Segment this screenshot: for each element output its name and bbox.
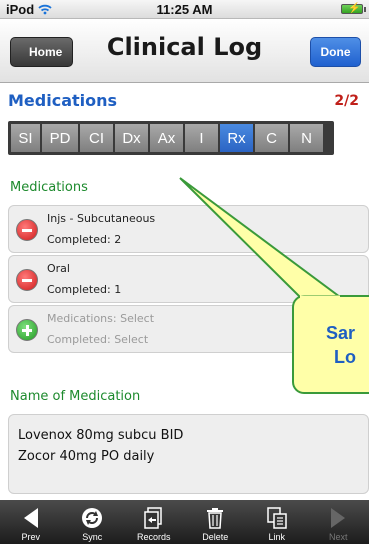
medication-entry: Lovenox 80mg subcu BID [18,428,184,443]
done-button[interactable]: Done [310,37,361,67]
item-status: Completed: Select [47,333,149,346]
item-status: Completed: 2 [47,233,122,246]
medications-heading: Medications [10,180,88,195]
item-title: Oral [47,262,70,275]
callout-line: Sar [326,323,356,343]
add-icon[interactable] [16,319,38,341]
list-item[interactable]: Injs - Subcutaneous Completed: 2 [8,205,369,253]
tab-dx[interactable]: Dx [115,124,148,152]
delete-button[interactable]: Delete [185,500,247,544]
prev-arrow-icon [23,508,38,528]
remove-icon[interactable] [16,269,38,291]
sync-button[interactable]: Sync [62,500,124,544]
toolbar-label: Records [136,532,171,542]
records-button[interactable]: Records [123,500,185,544]
tab-rx[interactable]: Rx [220,124,253,152]
section-tabs: SI PD CI Dx Ax I Rx C N [8,121,334,155]
item-title: Injs - Subcutaneous [47,212,156,225]
toolbar-label: Prev [21,532,40,542]
next-arrow-icon [331,508,346,528]
tab-n[interactable]: N [290,124,323,152]
remove-icon[interactable] [16,219,38,241]
tab-pd[interactable]: PD [42,124,78,152]
link-button[interactable]: Link [246,500,308,544]
callout-line: Lo [334,347,356,367]
bottom-toolbar: Prev Sync Records Delete Link Next [0,500,369,544]
tab-si[interactable]: SI [11,124,40,152]
section-heading: Medications [8,91,118,110]
link-icon [267,507,287,529]
trash-icon [207,508,224,529]
item-status: Completed: 1 [47,283,122,296]
tab-ax[interactable]: Ax [150,124,183,152]
battery-icon: ⚡ [341,3,366,14]
toolbar-label: Next [328,532,348,542]
medication-name-field[interactable]: Lovenox 80mg subcu BID Zocor 40mg PO dai… [8,414,369,494]
tab-i[interactable]: I [185,124,218,152]
tab-ci[interactable]: CI [80,124,113,152]
tab-c[interactable]: C [255,124,288,152]
prev-button[interactable]: Prev [0,500,62,544]
toolbar-label: Sync [82,532,103,542]
navigation-bar: Home Clinical Log Done [0,19,369,83]
next-button[interactable]: Next [308,500,369,544]
medication-entry: Zocor 40mg PO daily [18,449,155,464]
name-of-medication-heading: Name of Medication [10,389,141,404]
toolbar-label: Link [268,532,285,542]
status-time: 11:25 AM [156,2,213,17]
page-count: 2/2 [334,93,359,109]
records-icon [144,507,162,529]
toolbar-label: Delete [202,532,229,542]
status-bar: iPod 11:25 AM ⚡ [0,0,369,19]
callout-box: Sar Lo [292,295,369,394]
item-title: Medications: Select [47,312,155,325]
sync-icon [82,508,103,528]
